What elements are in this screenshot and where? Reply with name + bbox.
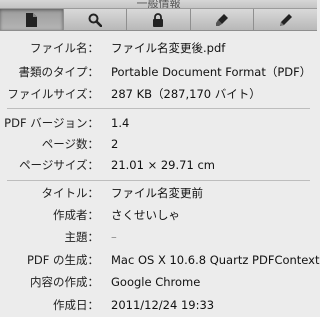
pages-label: ページ数：: [41, 137, 99, 151]
tab-annotations[interactable]: [191, 9, 255, 30]
author-value: さくせいしゃ: [111, 208, 180, 222]
info-row-doctype: 書類のタイプ： Portable Document Format（PDF）: [0, 61, 317, 83]
window-title: 一般情報: [136, 0, 181, 8]
pdf-version-value: 1.4: [111, 116, 130, 130]
subject-value: –: [111, 230, 117, 244]
document-icon: [26, 12, 38, 27]
info-row-title: タイトル： ファイル名変更前: [0, 182, 317, 204]
title-label: タイトル：: [41, 186, 100, 200]
info-row-page-size: ページサイズ： 21.01 × 29.71 cm: [0, 154, 317, 176]
info-row-author: 作成者： さくせいしゃ: [0, 204, 317, 226]
subject-label: 主題：: [64, 230, 100, 244]
info-row-pages: ページ数： 2: [0, 133, 317, 155]
page-size-value: 21.01 × 29.71 cm: [111, 158, 215, 172]
general-info-panel: ファイル名： ファイル名変更後.pdf 書類のタイプ： Portable Doc…: [0, 32, 320, 317]
tab-general-info[interactable]: [0, 9, 64, 30]
search-icon: [88, 13, 102, 27]
info-row-filename: ファイル名： ファイル名変更後.pdf: [0, 37, 317, 59]
tab-edit[interactable]: [254, 9, 317, 30]
info-row-created: 作成日： 2011/12/24 19:33: [0, 294, 317, 316]
tab-search[interactable]: [64, 9, 128, 30]
inspector-toolbar: [0, 8, 317, 31]
tab-security[interactable]: [127, 9, 191, 30]
separator: [7, 180, 310, 181]
info-row-producer: PDF の生成： Mac OS X 10.6.8 Quartz PDFConte…: [0, 249, 320, 271]
pages-value: 2: [111, 137, 119, 151]
info-row-subject: 主題： –: [0, 226, 317, 248]
pen-icon: [279, 13, 292, 26]
author-label: 作成者：: [53, 208, 99, 222]
lock-icon: [153, 12, 164, 27]
filesize-value: 287 KB（287,170 バイト）: [111, 87, 261, 101]
producer-label: PDF の生成：: [26, 253, 99, 267]
created-label: 作成日：: [53, 298, 99, 312]
pdf-version-label: PDF バージョン：: [4, 116, 99, 130]
inspector-window: 一般情報 ファイル名： ファイル名変更後.pdf 書類のタイプ： Portabl…: [0, 0, 320, 317]
creator-label: 内容の作成：: [30, 275, 99, 289]
producer-value: Mac OS X 10.6.8 Quartz PDFContext: [111, 253, 320, 267]
filename-value: ファイル名変更後.pdf: [111, 41, 226, 55]
separator: [7, 108, 310, 109]
filesize-label: ファイルサイズ：: [7, 87, 99, 101]
doctype-label: 書類のタイプ：: [18, 65, 100, 79]
created-value: 2011/12/24 19:33: [111, 298, 215, 312]
title-bar[interactable]: 一般情報: [0, 0, 317, 8]
creator-value: Google Chrome: [111, 275, 201, 289]
brush-icon: [216, 13, 229, 26]
info-row-filesize: ファイルサイズ： 287 KB（287,170 バイト）: [0, 83, 317, 105]
info-row-creator: 内容の作成： Google Chrome: [0, 271, 317, 293]
filename-label: ファイル名：: [30, 41, 99, 55]
info-row-pdf-version: PDF バージョン： 1.4: [0, 112, 317, 134]
doctype-value: Portable Document Format（PDF）: [111, 65, 312, 79]
title-value: ファイル名変更前: [111, 186, 203, 200]
page-size-label: ページサイズ：: [19, 158, 99, 172]
